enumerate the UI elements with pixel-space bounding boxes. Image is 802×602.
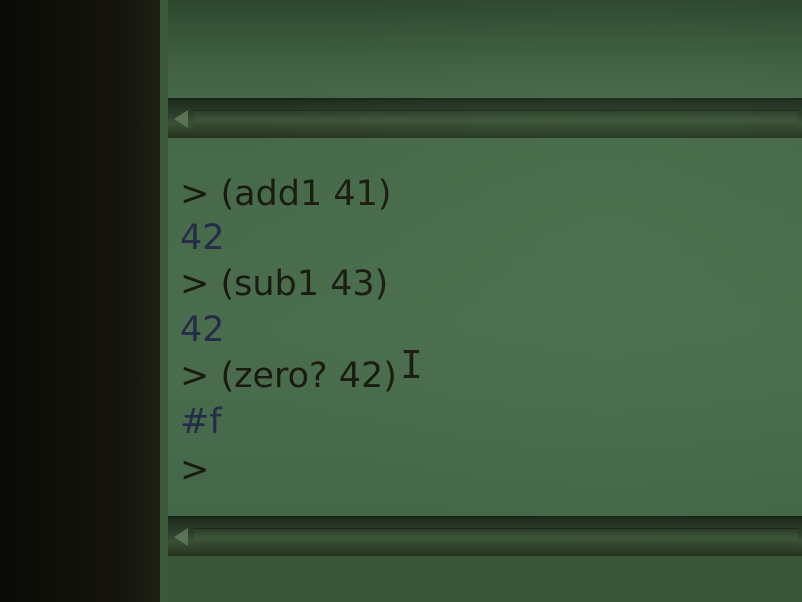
repl-input-line: > (add1 41) bbox=[180, 174, 392, 214]
repl-input-line: > (sub1 43) bbox=[180, 264, 389, 304]
repl-prompt[interactable]: > bbox=[180, 450, 209, 490]
scrollbar-track[interactable] bbox=[194, 110, 798, 129]
left-triangle-arrow-icon[interactable] bbox=[174, 110, 188, 128]
i-beam-cursor-icon: Ι bbox=[400, 343, 423, 387]
screen: > (add1 41) 42 > (sub1 43) 42 > (zero? 4… bbox=[0, 0, 802, 602]
repl-input-line: > (zero? 42) bbox=[180, 356, 397, 396]
definitions-horizontal-scrollbar[interactable] bbox=[168, 98, 802, 140]
scrollbar-track[interactable] bbox=[194, 528, 798, 547]
repl-output-line: 42 bbox=[180, 310, 225, 350]
repl-output-line: 42 bbox=[180, 218, 225, 258]
background-edge bbox=[0, 0, 168, 602]
interactions-horizontal-scrollbar[interactable] bbox=[168, 516, 802, 558]
interactions-pane[interactable]: > (add1 41) 42 > (sub1 43) 42 > (zero? 4… bbox=[168, 138, 802, 516]
repl-output-line: #f bbox=[180, 402, 222, 442]
definitions-pane[interactable] bbox=[168, 0, 802, 98]
status-area bbox=[168, 556, 802, 602]
left-triangle-arrow-icon[interactable] bbox=[174, 528, 188, 546]
